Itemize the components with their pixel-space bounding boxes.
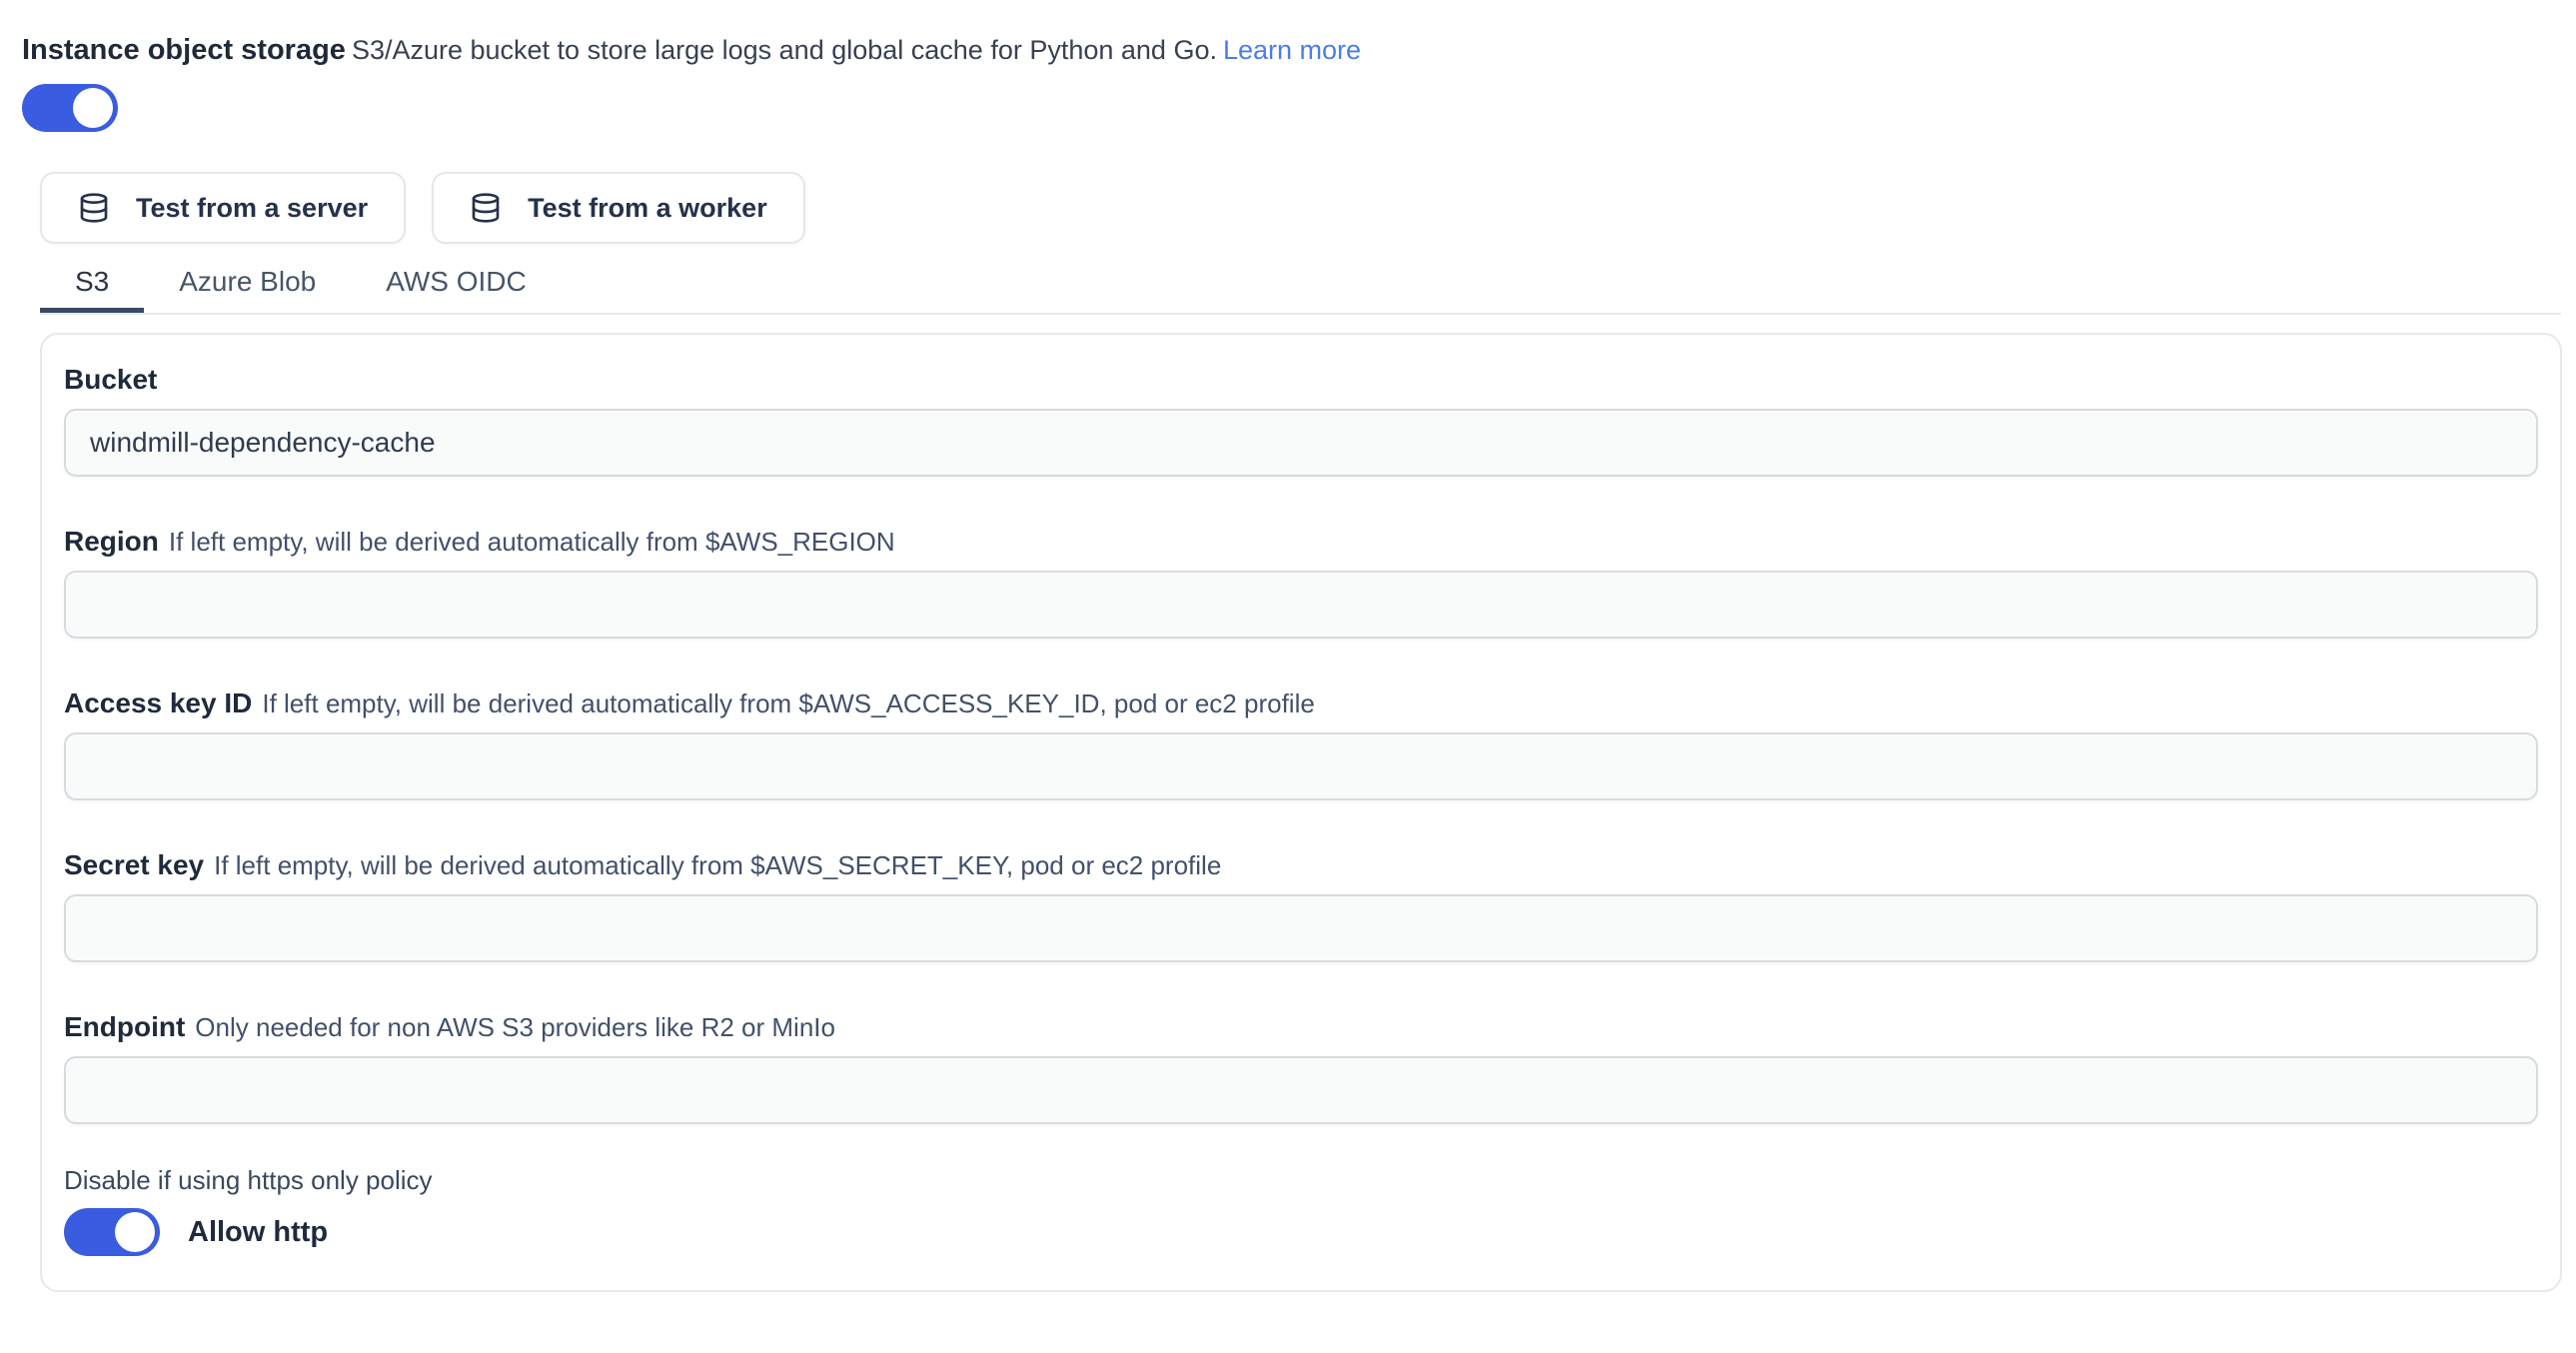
bucket-field: Bucket [64,363,2538,477]
test-from-server-button[interactable]: Test from a server [40,172,406,244]
secret-key-hint: If left empty, will be derived automatic… [214,850,1221,880]
page-description: S3/Azure bucket to store large logs and … [352,35,1217,65]
secret-key-label: Secret key [64,849,204,880]
access-key-id-hint: If left empty, will be derived automatic… [262,688,1314,718]
database-icon [78,191,110,225]
database-icon [470,191,502,225]
s3-settings-panel: Bucket Region If left empty, will be deri… [40,333,2562,1292]
endpoint-hint: Only needed for non AWS S3 providers lik… [195,1012,835,1042]
bucket-input[interactable] [64,409,2538,477]
endpoint-label: Endpoint [64,1011,185,1042]
region-input[interactable] [64,571,2538,639]
header: Instance object storageS3/Azure bucket t… [22,30,2561,70]
allow-http-toggle[interactable] [64,1208,160,1256]
region-field: Region If left empty, will be derived aut… [64,525,2538,639]
allow-http-label: Allow http [188,1216,328,1249]
object-storage-toggle[interactable] [22,84,118,132]
region-label: Region [64,526,159,557]
access-key-id-field: Access key ID If left empty, will be deri… [64,686,2538,800]
region-hint: If left empty, will be derived automatic… [169,527,895,557]
instance-object-storage-settings: Instance object storageS3/Azure bucket t… [0,0,2576,1292]
allow-http-row: Allow http [64,1208,2538,1256]
test-buttons-row: Test from a server Test from a worker [40,172,2561,244]
test-from-worker-label: Test from a worker [528,193,767,224]
toggle-knob [73,88,113,128]
toggle-knob [115,1212,155,1252]
bucket-label: Bucket [64,364,157,395]
tab-azure-blob[interactable]: Azure Blob [144,258,351,313]
allow-http-note: Disable if using https only policy [64,1164,2538,1196]
test-from-server-label: Test from a server [136,193,368,224]
access-key-id-input[interactable] [64,732,2538,800]
page-title: Instance object storage [22,34,346,66]
secret-key-input[interactable] [64,894,2538,962]
secret-key-field: Secret key If left empty, will be derived… [64,848,2538,962]
access-key-id-label: Access key ID [64,687,252,718]
tab-s3[interactable]: S3 [40,258,144,313]
learn-more-link[interactable]: Learn more [1223,35,1361,65]
endpoint-field: Endpoint Only needed for non AWS S3 provi… [64,1010,2538,1124]
tab-aws-oidc[interactable]: AWS OIDC [351,258,562,313]
test-from-worker-button[interactable]: Test from a worker [432,172,805,244]
storage-provider-tabs: S3 Azure Blob AWS OIDC [40,258,2561,315]
endpoint-input[interactable] [64,1056,2538,1124]
